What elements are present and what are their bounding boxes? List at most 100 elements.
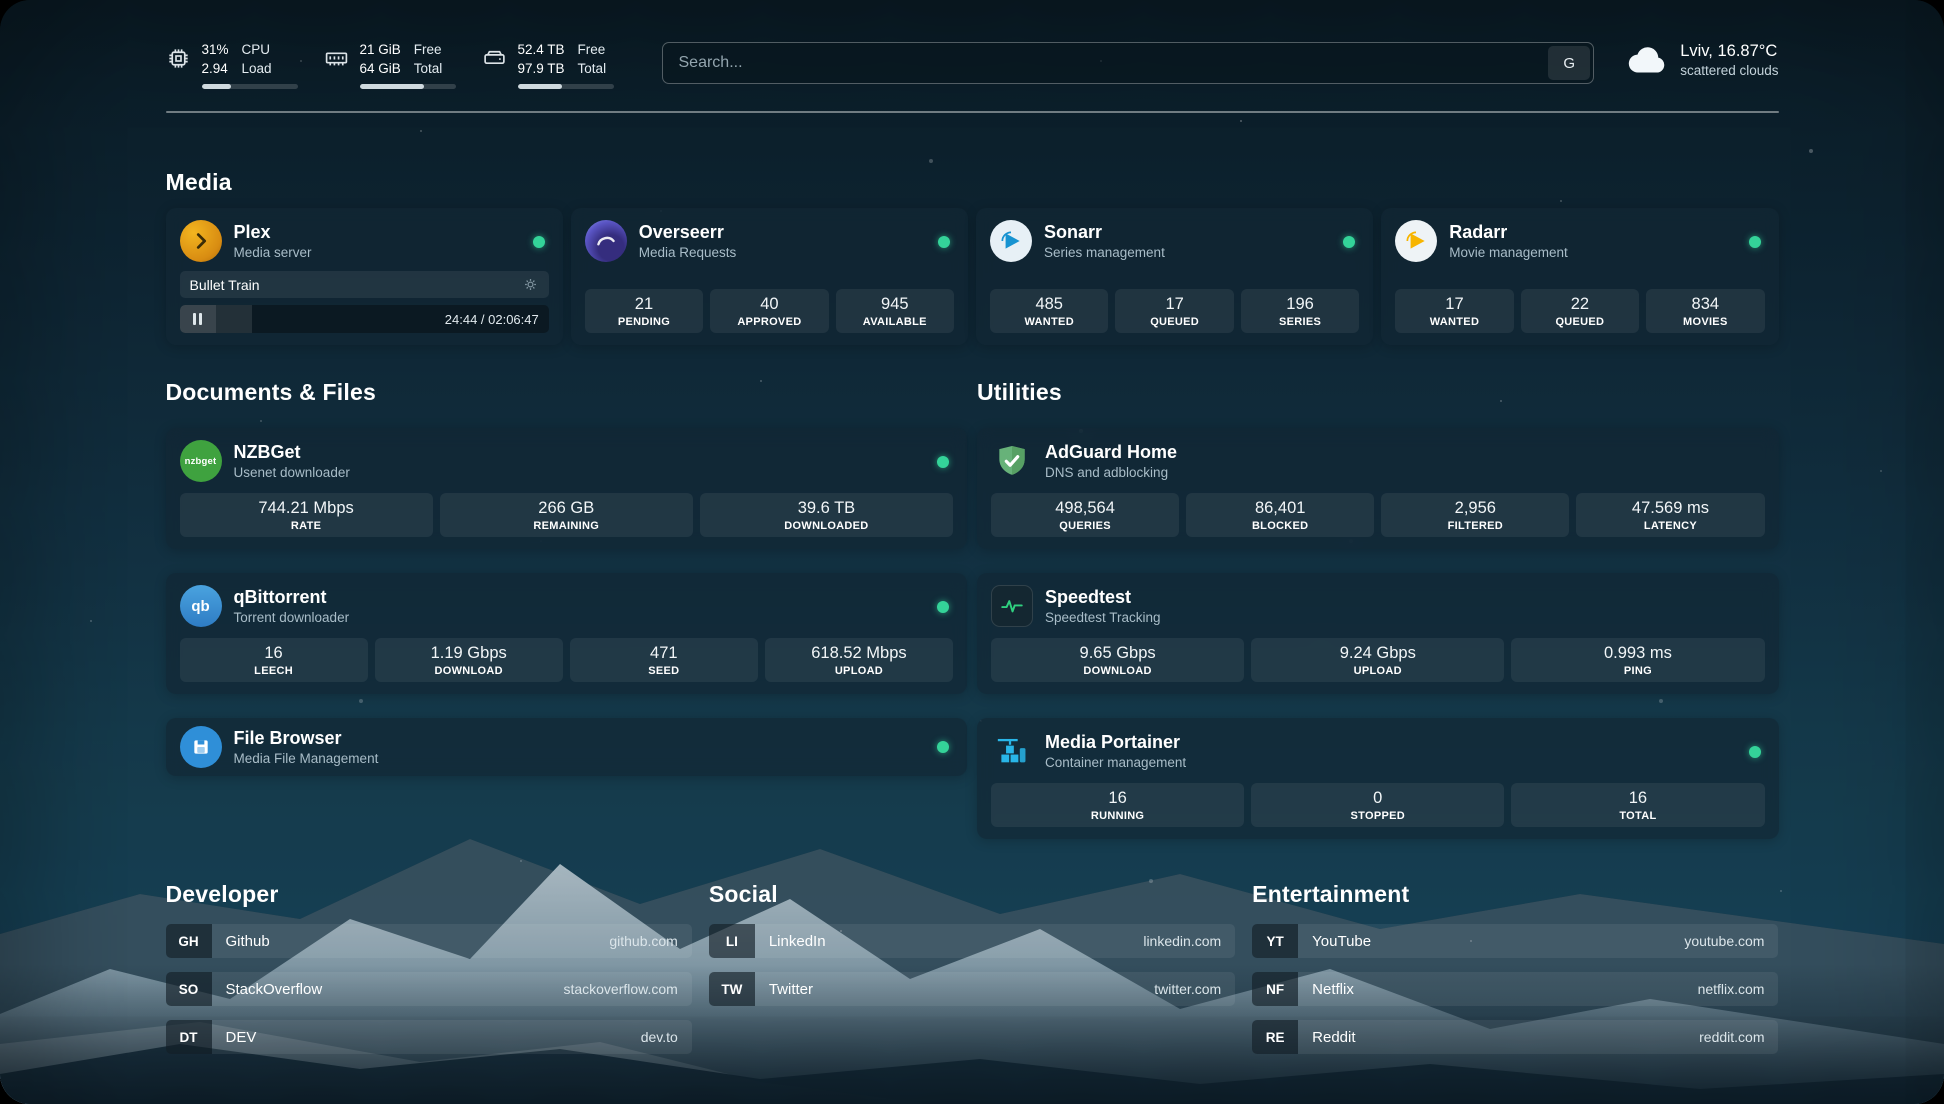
now-playing-row: Bullet Train xyxy=(180,271,549,298)
app-card-qbittorrent[interactable]: qb qBittorrent Torrent downloader 16 LEE… xyxy=(166,573,968,694)
app-card-adguard[interactable]: AdGuard Home DNS and adblocking 498,564 … xyxy=(977,428,1779,549)
stat-label: RATE xyxy=(184,520,429,532)
app-card-radarr[interactable]: Radarr Movie management 17 WANTED 22 QUE… xyxy=(1381,208,1778,345)
cloud-icon xyxy=(1628,45,1668,75)
stat-box: 498,564 QUERIES xyxy=(991,493,1179,537)
app-subtitle: Speedtest Tracking xyxy=(1045,610,1161,625)
bookmark-stackoverflow[interactable]: SO StackOverflow stackoverflow.com xyxy=(166,972,692,1006)
bookmark-abbr: SO xyxy=(166,972,212,1006)
snow-speckles xyxy=(0,0,2,2)
bookmark-url: netflix.com xyxy=(1698,981,1765,997)
memory-progress-fill xyxy=(360,84,424,89)
bookmark-name: Twitter xyxy=(769,981,813,998)
bookmark-name: Netflix xyxy=(1312,981,1354,998)
bookmark-abbr: YT xyxy=(1252,924,1298,958)
documents-column: Documents & Files nzbget NZBGet Usenet d… xyxy=(166,379,968,839)
stats-row: 498,564 QUERIES 86,401 BLOCKED 2,956 FIL… xyxy=(991,493,1765,537)
bookmark-abbr: TW xyxy=(709,972,755,1006)
stat-box: 16 RUNNING xyxy=(991,783,1244,827)
app-name: Overseerr xyxy=(639,222,737,242)
app-card-sonarr[interactable]: Sonarr Series management 485 WANTED 17 Q… xyxy=(976,208,1373,345)
weather-widget: Lviv, 16.87°C scattered clouds xyxy=(1628,42,1778,78)
stat-box: 744.21 Mbps RATE xyxy=(180,493,433,537)
app-name: Speedtest xyxy=(1045,587,1161,607)
storage-icon xyxy=(482,46,507,71)
header-divider xyxy=(166,111,1779,113)
section-title-entertainment: Entertainment xyxy=(1252,881,1778,908)
stat-value: 21 xyxy=(589,295,699,314)
app-subtitle: Media File Management xyxy=(234,751,379,766)
weather-condition: scattered clouds xyxy=(1680,63,1778,78)
app-subtitle: Movie management xyxy=(1449,245,1568,260)
pause-button[interactable] xyxy=(180,305,216,333)
adguard-icon xyxy=(991,440,1033,482)
plex-icon xyxy=(180,220,222,262)
bookmark-twitter[interactable]: TW Twitter twitter.com xyxy=(709,972,1235,1006)
stat-box: 9.24 Gbps UPLOAD xyxy=(1251,638,1504,682)
section-title-utilities: Utilities xyxy=(977,379,1779,406)
stat-value: 47.569 ms xyxy=(1580,499,1760,518)
bookmark-abbr: GH xyxy=(166,924,212,958)
stat-label: RUNNING xyxy=(995,810,1240,822)
section-title-media: Media xyxy=(166,169,1779,196)
bookmark-github[interactable]: GH Github github.com xyxy=(166,924,692,958)
bookmark-reddit[interactable]: RE Reddit reddit.com xyxy=(1252,1020,1778,1054)
stat-label: DOWNLOAD xyxy=(379,665,559,677)
stat-box: 471 SEED xyxy=(570,638,758,682)
filebrowser-icon xyxy=(180,726,222,768)
stat-label: SERIES xyxy=(1245,316,1355,328)
app-name: Radarr xyxy=(1449,222,1568,242)
storage-free-label: Free xyxy=(578,40,607,59)
bookmark-abbr: DT xyxy=(166,1020,212,1054)
bookmark-url: dev.to xyxy=(641,1029,678,1045)
app-name: Sonarr xyxy=(1044,222,1165,242)
stat-label: QUERIES xyxy=(995,520,1175,532)
section-title-social: Social xyxy=(709,881,1235,908)
app-card-speedtest[interactable]: Speedtest Speedtest Tracking 9.65 Gbps D… xyxy=(977,573,1779,694)
stat-value: 0.993 ms xyxy=(1515,644,1760,663)
app-subtitle: Usenet downloader xyxy=(234,465,350,480)
bookmark-dev[interactable]: DT DEV dev.to xyxy=(166,1020,692,1054)
bookmarks-entertainment: Entertainment YT YouTube youtube.com NF … xyxy=(1252,881,1778,1068)
search-input[interactable] xyxy=(662,42,1595,84)
stat-label: APPROVED xyxy=(714,316,824,328)
bookmarks-social: Social LI LinkedIn linkedin.com TW Twitt… xyxy=(709,881,1235,1068)
stat-value: 266 GB xyxy=(444,499,689,518)
storage-progress-track xyxy=(518,84,614,89)
storage-total-label: Total xyxy=(578,59,607,78)
bookmark-name: LinkedIn xyxy=(769,933,826,950)
bookmark-netflix[interactable]: NF Netflix netflix.com xyxy=(1252,972,1778,1006)
search-bar: G xyxy=(662,42,1595,84)
app-card-nzbget[interactable]: nzbget NZBGet Usenet downloader 744.21 M… xyxy=(166,428,968,549)
stat-value: 485 xyxy=(994,295,1104,314)
weather-location-temp: Lviv, 16.87°C xyxy=(1680,42,1778,61)
bookmark-youtube[interactable]: YT YouTube youtube.com xyxy=(1252,924,1778,958)
app-card-portainer[interactable]: Media Portainer Container management 16 … xyxy=(977,718,1779,839)
app-card-overseerr[interactable]: Overseerr Media Requests 21 PENDING 40 A… xyxy=(571,208,968,345)
stat-box: 618.52 Mbps UPLOAD xyxy=(765,638,953,682)
top-bar: 31% 2.94 CPU Load xyxy=(166,0,1779,89)
stat-box: 945 AVAILABLE xyxy=(836,289,954,333)
stat-label: FILTERED xyxy=(1385,520,1565,532)
bookmark-linkedin[interactable]: LI LinkedIn linkedin.com xyxy=(709,924,1235,958)
app-name: Media Portainer xyxy=(1045,732,1186,752)
stats-row: 16 RUNNING 0 STOPPED 16 TOTAL xyxy=(991,783,1765,827)
stat-box: 39.6 TB DOWNLOADED xyxy=(700,493,953,537)
stat-label: PING xyxy=(1515,665,1760,677)
app-card-plex[interactable]: Plex Media server Bullet Train 24:44 / 0… xyxy=(166,208,563,345)
media-grid: Plex Media server Bullet Train 24:44 / 0… xyxy=(166,208,1779,345)
memory-monitor: 21 GiB 64 GiB Free Total xyxy=(324,40,456,89)
stat-value: 2,956 xyxy=(1385,499,1565,518)
app-card-filebrowser[interactable]: File Browser Media File Management xyxy=(166,718,968,776)
bookmark-abbr: NF xyxy=(1252,972,1298,1006)
radarr-icon xyxy=(1395,220,1437,262)
bookmarks-developer: Developer GH Github github.com SO StackO… xyxy=(166,881,692,1068)
stat-box: 1.19 Gbps DOWNLOAD xyxy=(375,638,563,682)
search-engine-button[interactable]: G xyxy=(1548,46,1590,80)
app-subtitle: Media Requests xyxy=(639,245,737,260)
stat-label: WANTED xyxy=(1399,316,1509,328)
stat-label: PENDING xyxy=(589,316,699,328)
status-dot xyxy=(1749,746,1761,758)
stat-value: 40 xyxy=(714,295,824,314)
gear-icon[interactable] xyxy=(522,276,539,293)
